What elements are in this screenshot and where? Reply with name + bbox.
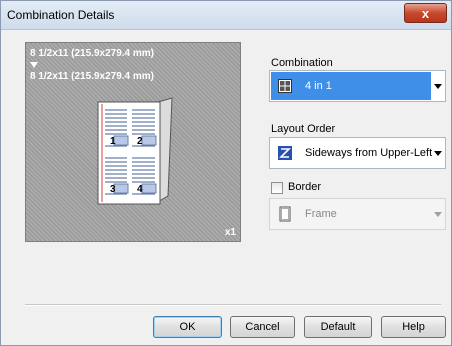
layout-order-select[interactable]: Sideways from Upper-Left: [269, 137, 446, 169]
close-button[interactable]: x: [404, 3, 447, 23]
combination-select[interactable]: 4 in 1: [269, 70, 446, 102]
window-title: Combination Details: [7, 8, 115, 22]
ok-button[interactable]: OK: [153, 316, 222, 338]
combination-label: Combination: [271, 57, 333, 69]
page-number-4: 4: [137, 184, 143, 195]
copies-indicator: x1: [224, 227, 236, 238]
chevron-down-icon: [434, 212, 442, 217]
page-number-3: 3: [110, 184, 116, 195]
grid-2x2-icon: [278, 79, 292, 93]
default-button[interactable]: Default: [304, 316, 372, 338]
combination-value: 4 in 1: [305, 80, 332, 92]
page-number-2: 2: [137, 136, 143, 147]
border-checkbox[interactable]: [271, 182, 283, 194]
help-button[interactable]: Help: [381, 316, 446, 338]
combination-details-dialog: Combination Details x 8 1/2x11 (215.9x27…: [0, 0, 452, 346]
combination-selected-highlight: [271, 72, 431, 100]
page-number-1: 1: [110, 136, 116, 147]
frame-icon: [279, 206, 291, 222]
chevron-down-icon: [434, 151, 442, 156]
layout-order-label: Layout Order: [271, 123, 336, 135]
original-paper-size: 8 1/2x11 (215.9x279.4 mm): [30, 48, 154, 59]
border-style-select[interactable]: Frame: [269, 198, 446, 230]
arrow-down-icon: [30, 62, 38, 68]
output-paper-size: 8 1/2x11 (215.9x279.4 mm): [30, 71, 154, 82]
cancel-button[interactable]: Cancel: [230, 316, 295, 338]
layout-order-value: Sideways from Upper-Left: [305, 147, 433, 159]
border-style-value: Frame: [305, 208, 337, 220]
separator: [25, 304, 441, 306]
border-label: Border: [288, 181, 322, 193]
z-order-icon: [278, 146, 292, 160]
layout-preview: 8 1/2x11 (215.9x279.4 mm) 8 1/2x11 (215.…: [25, 42, 241, 242]
page-layout-illustration: 1 2 3 4: [97, 97, 173, 205]
title-bar: Combination Details x: [1, 1, 451, 30]
chevron-down-icon: [434, 84, 442, 89]
